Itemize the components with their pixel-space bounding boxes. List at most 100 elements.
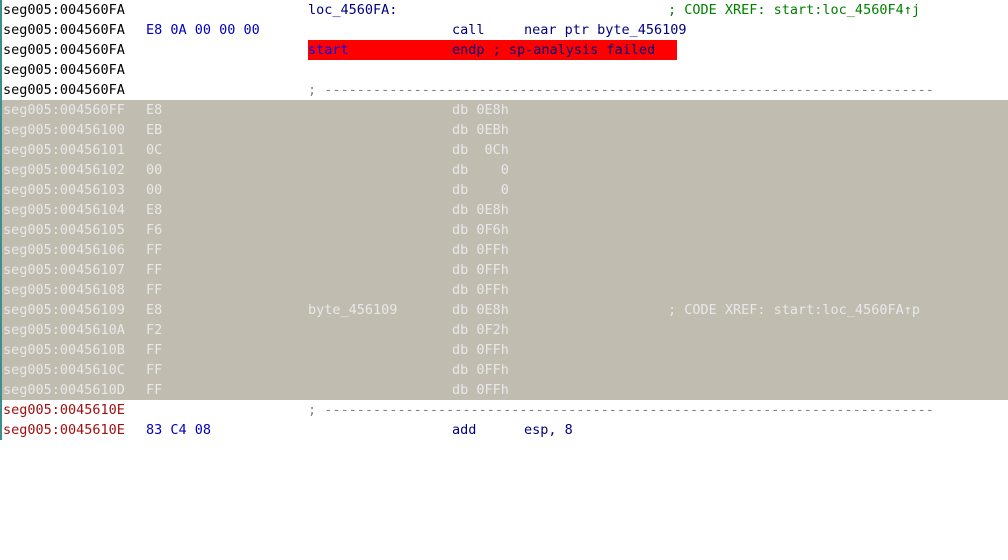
opcode-bytes: 83 C4 08: [146, 422, 212, 438]
separator-line: ; --------------------------------------…: [308, 82, 934, 98]
opcode-bytes: F6: [146, 222, 163, 238]
disasm-line-undefined[interactable]: seg005:0045610D FF db 0FFh: [0, 380, 1008, 400]
disasm-line-undefined[interactable]: seg005:0045610B FF db 0FFh: [0, 340, 1008, 360]
data-directive: db 0FFh: [452, 242, 509, 258]
disasm-line-undefined[interactable]: seg005:00456108 FF db 0FFh: [0, 280, 1008, 300]
data-directive: db 0E8h: [452, 102, 509, 118]
line-address: seg005:004560FA: [3, 62, 125, 78]
data-directive: db 0F6h: [452, 222, 509, 238]
gutter-marker: [0, 240, 2, 260]
separator-line: ; --------------------------------------…: [308, 402, 934, 418]
disasm-line-undefined[interactable]: seg005:0045610A F2 db 0F2h: [0, 320, 1008, 340]
data-directive: db 0E8h: [452, 202, 509, 218]
gutter-marker: [0, 140, 2, 160]
disasm-line-undefined[interactable]: seg005:00456102 00 db 0: [0, 160, 1008, 180]
gutter-marker: [0, 360, 2, 380]
data-directive: db 0FFh: [452, 382, 509, 398]
line-address: seg005:00456105: [3, 222, 125, 238]
data-directive: db 0: [452, 182, 509, 198]
disasm-line-undefined[interactable]: seg005:004560FF E8 db 0E8h: [0, 100, 1008, 120]
endp-directive: endp ; sp-analysis failed: [452, 42, 656, 58]
opcode-bytes: FF: [146, 242, 163, 258]
gutter-marker: [0, 220, 2, 240]
line-address: seg005:0045610B: [3, 342, 125, 358]
sp-analysis-failed-banner: start endp ; sp-analysis failed: [308, 40, 677, 60]
line-address: seg005:004560FA: [3, 22, 125, 38]
opcode-bytes: FF: [146, 342, 163, 358]
gutter-marker: [0, 300, 2, 320]
line-address: seg005:00456108: [3, 282, 125, 298]
xref-comment[interactable]: ; CODE XREF: start:loc_4560F4↑j: [668, 0, 920, 20]
opcode-bytes: 00: [146, 182, 163, 198]
disasm-line-error[interactable]: seg005:004560FA start endp ; sp-analysis…: [0, 40, 1008, 60]
data-directive: db 0E8h: [452, 302, 509, 318]
gutter-marker: [0, 260, 2, 280]
line-address: seg005:00456106: [3, 242, 125, 258]
line-address: seg005:00456101: [3, 142, 125, 158]
gutter-marker: [0, 420, 2, 440]
disasm-line[interactable]: seg005:004560FA: [0, 60, 1008, 80]
gutter-marker: [0, 280, 2, 300]
disasm-line[interactable]: seg005:004560FA ; ----------------------…: [0, 80, 1008, 100]
opcode-bytes: FF: [146, 282, 163, 298]
disasm-line[interactable]: seg005:0045610E ; ----------------------…: [0, 400, 1008, 420]
line-address: seg005:0045610C: [3, 362, 125, 378]
line-address: seg005:0045610D: [3, 382, 125, 398]
line-address: seg005:004560FF: [3, 102, 125, 118]
operand[interactable]: esp, 8: [524, 420, 573, 440]
gutter-marker: [0, 0, 2, 20]
opcode-bytes: EB: [146, 122, 163, 138]
disasm-line-undefined[interactable]: seg005:00456101 0C db 0Ch: [0, 140, 1008, 160]
disasm-line-undefined[interactable]: seg005:00456100 EB db 0EBh: [0, 120, 1008, 140]
line-address: seg005:0045610E: [3, 422, 125, 438]
gutter-marker: [0, 80, 2, 100]
data-directive: db 0EBh: [452, 122, 509, 138]
line-address: seg005:00456100: [3, 122, 125, 138]
disasm-line-undefined[interactable]: seg005:00456103 00 db 0: [0, 180, 1008, 200]
mnemonic: call: [452, 22, 485, 38]
line-address: seg005:004560FA: [3, 82, 125, 98]
disasm-line-undefined[interactable]: seg005:00456104 E8 db 0E8h: [0, 200, 1008, 220]
operand-link[interactable]: near ptr byte_456109: [524, 20, 687, 40]
data-directive: db 0F2h: [452, 322, 509, 338]
gutter-marker: [0, 380, 2, 400]
opcode-bytes: E8: [146, 302, 163, 318]
disasm-line-undefined[interactable]: seg005:0045610C FF db 0FFh: [0, 360, 1008, 380]
opcode-bytes: F2: [146, 322, 163, 338]
disasm-line-undefined[interactable]: seg005:00456109 E8 byte_456109 db 0E8h ;…: [0, 300, 1008, 320]
line-address: seg005:0045610A: [3, 322, 125, 338]
line-address: seg005:00456107: [3, 262, 125, 278]
gutter-marker: [0, 40, 2, 60]
data-directive: db 0FFh: [452, 342, 509, 358]
opcode-bytes: FF: [146, 262, 163, 278]
function-name[interactable]: start: [308, 40, 349, 60]
disasm-line[interactable]: seg005:0045610E 83 C4 08 add esp, 8: [0, 420, 1008, 440]
code-label[interactable]: loc_4560FA:: [308, 0, 397, 20]
line-address: seg005:004560FA: [3, 2, 125, 18]
line-address: seg005:00456102: [3, 162, 125, 178]
opcode-bytes: 00: [146, 162, 163, 178]
gutter-marker: [0, 60, 2, 80]
disasm-line-undefined[interactable]: seg005:00456105 F6 db 0F6h: [0, 220, 1008, 240]
opcode-bytes: FF: [146, 382, 163, 398]
data-directive: db 0FFh: [452, 262, 509, 278]
line-address: seg005:00456109: [3, 302, 125, 318]
data-label[interactable]: byte_456109: [308, 300, 397, 320]
line-address: seg005:004560FA: [3, 42, 125, 58]
data-directive: db 0: [452, 162, 509, 178]
disasm-line-undefined[interactable]: seg005:00456107 FF db 0FFh: [0, 260, 1008, 280]
disasm-line[interactable]: seg005:004560FA E8 0A 00 00 00 call near…: [0, 20, 1008, 40]
gutter-marker: [0, 20, 2, 40]
opcode-bytes: FF: [146, 362, 163, 378]
xref-comment[interactable]: ; CODE XREF: start:loc_4560FA↑p: [668, 300, 920, 320]
opcode-bytes: E8 0A 00 00 00: [146, 22, 260, 38]
opcode-bytes: E8: [146, 202, 163, 218]
mnemonic: add: [452, 422, 477, 438]
disasm-line[interactable]: seg005:004560FA loc_4560FA: ; CODE XREF:…: [0, 0, 1008, 20]
disassembly-view[interactable]: seg005:004560FA loc_4560FA: ; CODE XREF:…: [0, 0, 1008, 443]
gutter-marker: [0, 180, 2, 200]
gutter-marker: [0, 320, 2, 340]
disasm-line-undefined[interactable]: seg005:00456106 FF db 0FFh: [0, 240, 1008, 260]
gutter-marker: [0, 400, 2, 420]
line-address: seg005:0045610E: [3, 402, 125, 418]
